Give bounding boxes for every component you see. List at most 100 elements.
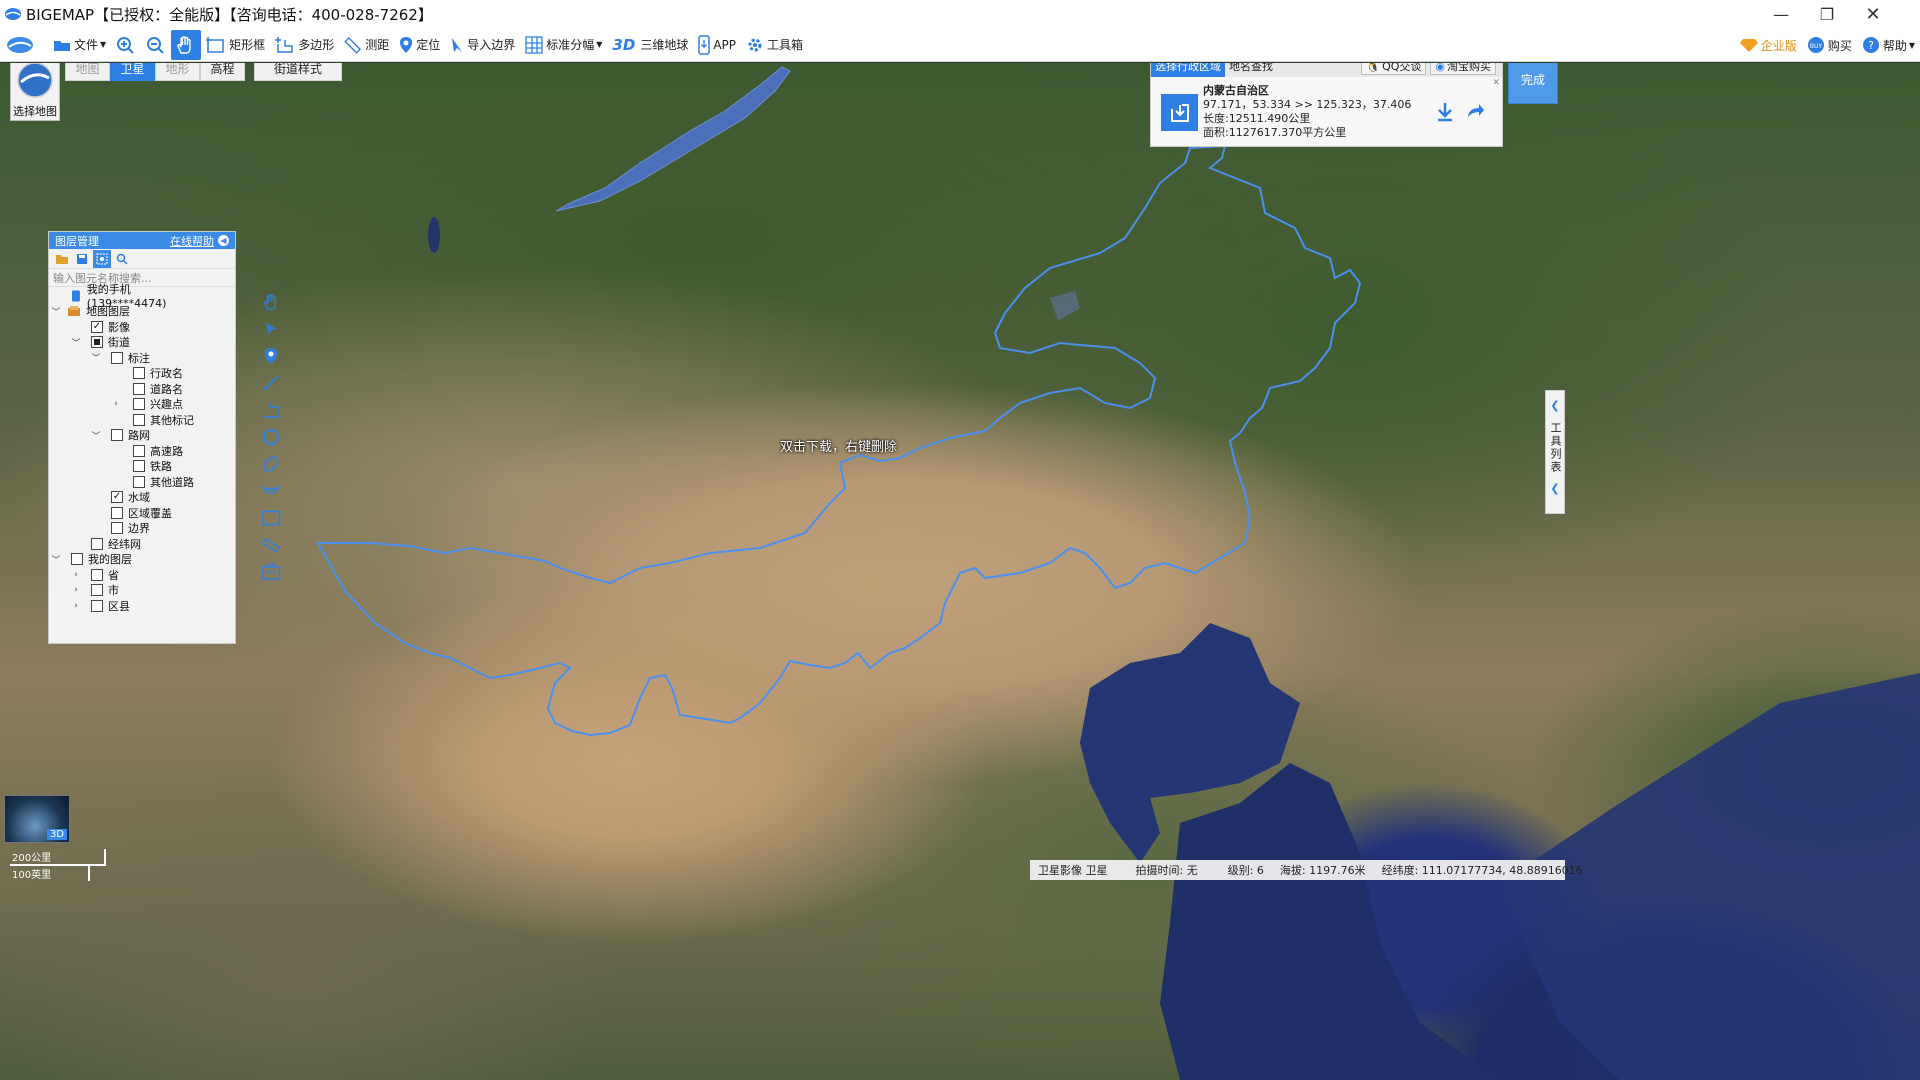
tree-row-city[interactable]: › 市 [49, 583, 209, 599]
close-button[interactable]: ✕ [1850, 0, 1896, 28]
checkbox[interactable] [111, 506, 123, 519]
draw-hand-button[interactable] [262, 288, 280, 315]
tree-row-highway[interactable]: 高速路 [49, 443, 209, 459]
chevron-down-icon[interactable]: ﹀ [91, 429, 101, 442]
close-icon[interactable]: ✕ [1492, 78, 1500, 88]
tree-row-water[interactable]: ✓ 水域 [49, 490, 209, 506]
tab-place-search[interactable]: 地名查找 [1225, 63, 1277, 77]
restore-button[interactable]: ❐ [1804, 0, 1850, 28]
draw-ellipse-button[interactable] [262, 450, 280, 477]
tree-row-poi[interactable]: › 兴趣点 [49, 397, 209, 413]
draw-marker-button[interactable] [264, 342, 278, 369]
chevron-down-icon[interactable]: ﹀ [91, 351, 101, 364]
map-view[interactable]: 选择地图 地图 卫星 地形 高程 街道样式 图层管理 在线帮助 ◀ 输入图元名称… [0, 63, 1920, 1080]
locate-button[interactable]: 定位 [394, 30, 445, 60]
rectangle-select-button[interactable]: 矩形框 [201, 30, 270, 60]
open-folder-button[interactable] [53, 250, 71, 268]
checkbox[interactable] [71, 553, 83, 566]
chevron-right-icon[interactable]: › [71, 601, 81, 611]
checkbox[interactable] [91, 584, 103, 597]
checkbox[interactable] [133, 460, 145, 473]
buy-button[interactable]: BUY 购买 [1802, 30, 1857, 60]
chevron-down-icon[interactable]: ﹀ [51, 305, 61, 318]
chevron-left-icon[interactable]: ❮ [1550, 399, 1559, 412]
minimize-button[interactable]: — [1758, 0, 1804, 28]
tree-row-county[interactable]: › 区县 [49, 598, 209, 614]
tree-row-other-roads[interactable]: 其他道路 [49, 474, 209, 490]
polygon-select-button[interactable]: 多边形 [270, 30, 339, 60]
share-arrow-icon[interactable] [1465, 101, 1485, 119]
tab-map[interactable]: 地图 [65, 63, 110, 81]
tree-row-province[interactable]: › 省 [49, 567, 209, 583]
download-arrow-icon[interactable] [1435, 101, 1455, 123]
draw-rectangle-button[interactable] [261, 504, 281, 531]
tree-row-street[interactable]: ﹀ 街道 [49, 335, 209, 351]
tree-row-road-network[interactable]: ﹀ 路网 [49, 428, 209, 444]
checkbox[interactable] [133, 475, 145, 488]
checkbox[interactable] [133, 367, 145, 380]
checkbox[interactable] [111, 351, 123, 364]
qq-chat-button[interactable]: 🐧 QQ交谈 [1361, 63, 1427, 75]
draw-line-button[interactable] [262, 369, 280, 396]
tab-select-region[interactable]: 选择行政区域 [1151, 63, 1225, 77]
online-help-link[interactable]: 在线帮助 [170, 233, 214, 249]
checkbox[interactable]: ✓ [91, 320, 103, 333]
tool-list-side-tab[interactable]: ❮ 工具列表 ❮ [1545, 390, 1565, 514]
draw-note-button[interactable] [261, 558, 281, 585]
save-button[interactable] [73, 250, 91, 268]
street-style-button[interactable]: 街道样式 [254, 63, 342, 81]
select-tool-button[interactable] [93, 249, 111, 268]
checkbox[interactable] [133, 413, 145, 426]
collapse-panel-icon[interactable]: ◀ [218, 235, 229, 246]
draw-arc-button[interactable] [261, 477, 281, 504]
checkbox[interactable] [111, 522, 123, 535]
checkbox[interactable] [91, 599, 103, 612]
file-menu-button[interactable]: 文件 ▼ [48, 30, 111, 60]
tab-terrain[interactable]: 地形 [155, 63, 200, 81]
tree-row-my-layers[interactable]: ﹀ 我的图层 [49, 552, 209, 568]
tree-row-map-layers[interactable]: ﹀ 地图图层 [49, 304, 209, 320]
draw-pointer-button[interactable] [263, 315, 279, 342]
tab-satellite[interactable]: 卫星 [110, 63, 155, 81]
tree-row-railway[interactable]: 铁路 [49, 459, 209, 475]
tree-row-phone[interactable]: 我的手机(139****4474) [49, 283, 209, 310]
chevron-down-icon[interactable]: ﹀ [71, 336, 81, 349]
tree-row-other-marks[interactable]: 其他标记 [49, 412, 209, 428]
globe-3d-button[interactable]: 3D [4, 795, 70, 843]
taobao-buy-button[interactable]: ◉ 淘宝购买 [1430, 63, 1496, 75]
checkbox[interactable]: ✓ [111, 491, 123, 504]
draw-measure-button[interactable] [262, 531, 280, 558]
enterprise-button[interactable]: 企业版 [1735, 30, 1802, 60]
help-button[interactable]: ? 帮助 ▼ [1857, 30, 1920, 60]
checkbox[interactable] [111, 429, 123, 442]
zoom-out-button[interactable] [141, 30, 171, 60]
measure-distance-button[interactable]: 测距 [339, 30, 394, 60]
tree-row-border[interactable]: 边界 [49, 521, 209, 537]
download-region-icon[interactable] [1161, 94, 1198, 131]
tree-row-imagery[interactable]: ✓ 影像 [49, 319, 209, 335]
chevron-right-icon[interactable]: › [71, 570, 81, 580]
tree-row-admin-names[interactable]: 行政名 [49, 366, 209, 382]
tree-row-graticule[interactable]: 经纬网 [49, 536, 209, 552]
checkbox[interactable] [133, 444, 145, 457]
chevron-down-icon[interactable]: ﹀ [51, 553, 61, 566]
map-type-selector[interactable]: 选择地图 [10, 63, 60, 121]
draw-polyline-button[interactable] [261, 396, 281, 423]
tree-row-road-names[interactable]: 道路名 [49, 381, 209, 397]
standard-grid-button[interactable]: 标准分幅 ▼ [520, 30, 607, 60]
checkbox[interactable] [91, 568, 103, 581]
zoom-in-button[interactable] [111, 30, 141, 60]
checkbox[interactable] [91, 336, 103, 349]
done-button[interactable]: 完成 [1508, 63, 1558, 104]
toolbox-button[interactable]: 工具箱 [741, 30, 808, 60]
chevron-right-icon[interactable]: › [71, 585, 81, 595]
3d-earth-button[interactable]: 3D 三维地球 [607, 30, 693, 60]
tree-row-area-cover[interactable]: 区域覆盖 [49, 505, 209, 521]
chevron-left-icon[interactable]: ❮ [1550, 482, 1559, 495]
tab-elevation[interactable]: 高程 [200, 63, 245, 81]
checkbox[interactable] [91, 537, 103, 550]
app-menu-button[interactable] [0, 30, 48, 60]
chevron-right-icon[interactable]: › [111, 399, 121, 409]
app-button[interactable]: APP [693, 30, 741, 60]
checkbox[interactable] [133, 382, 145, 395]
